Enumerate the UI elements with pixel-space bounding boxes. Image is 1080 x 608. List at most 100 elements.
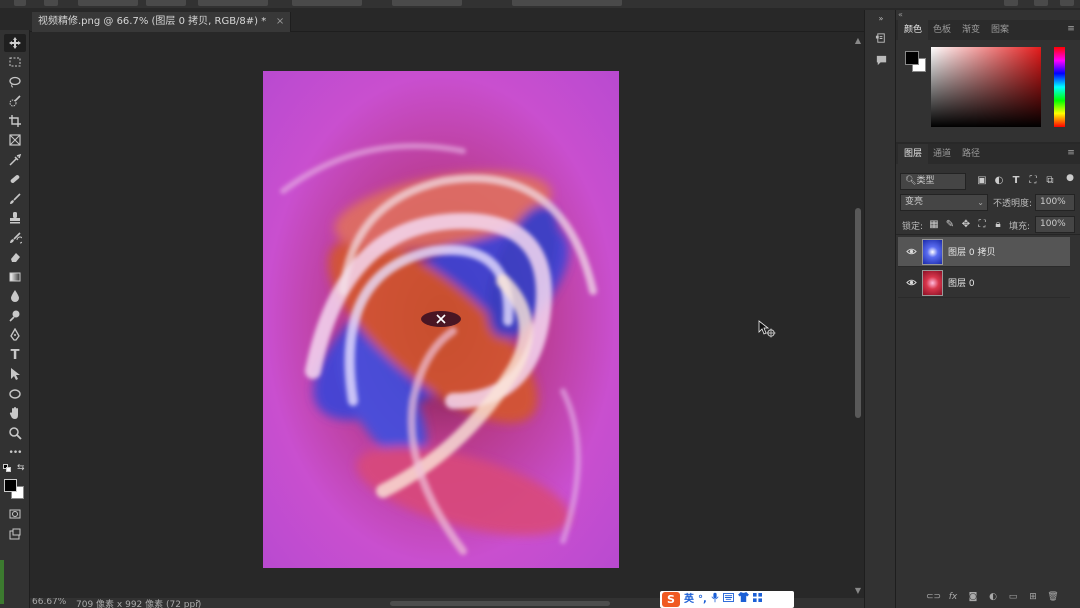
- layer-name[interactable]: 图层 0 拷贝: [948, 245, 995, 258]
- panel-menu-icon[interactable]: ≡: [1066, 24, 1076, 34]
- layer-row[interactable]: 图层 0: [898, 268, 1070, 298]
- search-icon[interactable]: [1004, 0, 1018, 6]
- ime-language-toggle[interactable]: 英: [684, 592, 694, 607]
- ime-skin-icon[interactable]: [737, 592, 749, 607]
- dodge-tool-icon[interactable]: [4, 307, 26, 325]
- adjustment-icon[interactable]: ◐: [986, 592, 1000, 602]
- more-tools-icon[interactable]: •••: [4, 444, 26, 462]
- lasso-tool-icon[interactable]: [4, 73, 26, 91]
- blend-mode-dropdown[interactable]: 变亮 ⌄: [900, 194, 988, 211]
- horizontal-scrollbar-thumb[interactable]: [390, 601, 610, 606]
- crop-tool-icon[interactable]: [4, 112, 26, 130]
- fill-input[interactable]: 100%: [1035, 216, 1075, 233]
- filter-toggle-icon[interactable]: ●: [1064, 172, 1076, 184]
- zoom-level[interactable]: 66.67%: [32, 598, 66, 607]
- tab-patterns[interactable]: 图案: [985, 20, 1015, 40]
- tab-channels[interactable]: 通道: [927, 144, 957, 164]
- hand-tool-icon[interactable]: [4, 404, 26, 422]
- history-brush-icon[interactable]: [4, 229, 26, 247]
- canvas-area[interactable]: [30, 33, 852, 598]
- ime-punctuation-icon[interactable]: °,: [698, 592, 707, 607]
- auto-select-dropdown[interactable]: [146, 0, 186, 6]
- visibility-eye-icon[interactable]: [905, 277, 917, 289]
- new-layer-icon[interactable]: ⊞: [1026, 592, 1040, 602]
- history-panel-icon[interactable]: [873, 30, 889, 46]
- close-tab-icon[interactable]: ×: [276, 12, 284, 32]
- scroll-down-arrow-icon[interactable]: ▼: [852, 586, 864, 595]
- lock-position-icon[interactable]: ✥: [960, 219, 972, 231]
- quick-select-tool-icon[interactable]: [4, 92, 26, 110]
- auto-select-checkbox[interactable]: [78, 0, 138, 6]
- pen-tool-icon[interactable]: [4, 326, 26, 344]
- foreground-color-swatch[interactable]: [4, 479, 17, 492]
- tab-layers[interactable]: 图层: [898, 144, 929, 164]
- filter-smart-object-icon[interactable]: ⧉: [1044, 175, 1056, 187]
- visibility-eye-icon[interactable]: [905, 246, 917, 258]
- layer-row[interactable]: 图层 0 拷贝: [898, 237, 1070, 267]
- 3d-mode-buttons[interactable]: [512, 0, 622, 6]
- layer-name[interactable]: 图层 0: [948, 276, 975, 289]
- gradient-tool-icon[interactable]: [4, 268, 26, 286]
- workspace-icon[interactable]: [1034, 0, 1048, 6]
- blur-tool-icon[interactable]: [4, 287, 26, 305]
- home-icon[interactable]: [14, 0, 26, 6]
- filter-adjustment-icon[interactable]: ◐: [993, 175, 1005, 187]
- lock-artboard-icon[interactable]: ⛶: [976, 219, 988, 231]
- tab-gradients[interactable]: 渐变: [956, 20, 986, 40]
- canvas-vertical-scrollbar[interactable]: ▲ ▼: [852, 33, 864, 598]
- lock-transparent-icon[interactable]: ▦: [928, 219, 940, 231]
- lock-all-icon[interactable]: 🔒︎: [992, 219, 1004, 231]
- filter-shape-icon[interactable]: ⛶: [1027, 175, 1039, 187]
- opacity-input[interactable]: 100%: [1035, 194, 1075, 211]
- zoom-tool-icon[interactable]: [4, 424, 26, 442]
- swap-colors-icon[interactable]: ⇆: [17, 463, 25, 473]
- move-tool-icon[interactable]: [4, 34, 26, 52]
- distribute-buttons[interactable]: [392, 0, 462, 6]
- document-tab[interactable]: 视频精修.png @ 66.7% (图层 0 拷贝, RGB/8#) * ×: [32, 12, 292, 32]
- collapse-arrows-icon[interactable]: »: [873, 10, 889, 26]
- frame-tool-icon[interactable]: [4, 131, 26, 149]
- scroll-up-arrow-icon[interactable]: ▲: [852, 36, 864, 45]
- status-menu-arrow-icon[interactable]: ›: [196, 598, 200, 607]
- ime-keyboard-icon[interactable]: [722, 592, 734, 607]
- layers-menu-icon[interactable]: ≡: [1066, 148, 1076, 158]
- healing-brush-icon[interactable]: [4, 170, 26, 188]
- type-tool-icon[interactable]: T: [4, 346, 26, 364]
- filter-pixel-icon[interactable]: ▣: [976, 175, 988, 187]
- color-spectrum-field[interactable]: [931, 47, 1041, 127]
- fx-icon[interactable]: fx: [946, 592, 960, 602]
- tab-color[interactable]: 颜色: [898, 20, 929, 40]
- group-icon[interactable]: ▭: [1006, 592, 1020, 602]
- align-buttons[interactable]: [292, 0, 362, 6]
- clone-stamp-icon[interactable]: [4, 209, 26, 227]
- marquee-tool-icon[interactable]: [4, 53, 26, 71]
- ime-toolbox-icon[interactable]: [752, 592, 762, 607]
- hue-slider[interactable]: [1054, 47, 1065, 127]
- ellipse-tool-icon[interactable]: [4, 385, 26, 403]
- mask-icon[interactable]: ◙: [966, 592, 980, 602]
- trash-icon[interactable]: 🗑︎: [1046, 592, 1060, 602]
- layer-filter-dropdown[interactable]: 🔍︎类型: [900, 173, 966, 190]
- artwork-image[interactable]: [263, 71, 619, 568]
- panel-collapse-icon[interactable]: «: [896, 10, 1080, 20]
- eyedropper-tool-icon[interactable]: [4, 151, 26, 169]
- brush-tool-icon[interactable]: [4, 190, 26, 208]
- scrollbar-thumb[interactable]: [855, 208, 861, 418]
- tab-swatches[interactable]: 色板: [927, 20, 957, 40]
- path-select-icon[interactable]: [4, 365, 26, 383]
- comments-panel-icon[interactable]: [873, 52, 889, 68]
- move-options-icon[interactable]: [44, 0, 58, 6]
- quick-mask-icon[interactable]: [4, 505, 26, 523]
- sogou-logo-icon[interactable]: S: [662, 592, 680, 607]
- default-colors-icon[interactable]: [3, 464, 11, 472]
- show-transform-checkbox[interactable]: [198, 0, 268, 6]
- tab-paths[interactable]: 路径: [956, 144, 986, 164]
- eraser-tool-icon[interactable]: [4, 248, 26, 266]
- ime-voice-icon[interactable]: [711, 592, 719, 608]
- lock-image-icon[interactable]: ✎: [944, 219, 956, 231]
- share-icon[interactable]: [1060, 0, 1074, 6]
- screen-mode-icon[interactable]: [4, 525, 26, 543]
- link-icon[interactable]: ⊂⊃: [926, 592, 941, 602]
- panel-foreground-swatch[interactable]: [905, 51, 919, 65]
- filter-type-icon[interactable]: T: [1010, 175, 1022, 187]
